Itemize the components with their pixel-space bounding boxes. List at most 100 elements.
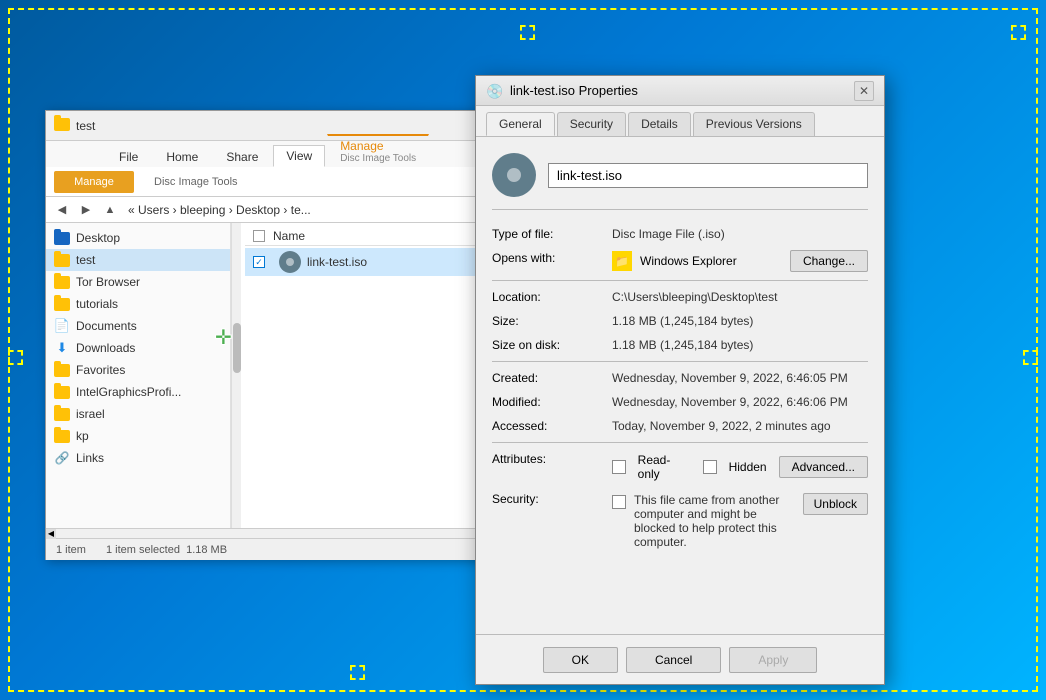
properties-grid: Type of file: Disc Image File (.iso) Ope… [492, 222, 868, 555]
sidebar-label: Links [76, 451, 104, 465]
sidebar-item-intel[interactable]: IntelGraphicsProfi... [46, 381, 230, 403]
tab-details[interactable]: Details [628, 112, 691, 136]
accessed-label: Accessed: [492, 414, 612, 438]
type-label: Type of file: [492, 222, 612, 246]
sidebar-label: tutorials [76, 297, 118, 311]
change-button[interactable]: Change... [790, 250, 868, 272]
attributes-row: Read-only Hidden Advanced... [612, 447, 868, 487]
unblock-button[interactable]: Unblock [803, 493, 868, 515]
explorer-window: test ─ □ ✕ File Home Share View Manage D… [45, 110, 545, 560]
size-value: 1.18 MB (1,245,184 bytes) [612, 309, 868, 333]
file-tree-sidebar: Desktop test Tor Browser [46, 223, 231, 528]
dialog-tabs: General Security Details Previous Versio… [476, 106, 884, 136]
folder-icon [54, 384, 70, 400]
modified-value: Wednesday, November 9, 2022, 6:46:06 PM [612, 390, 868, 414]
sidebar-label: israel [76, 407, 105, 421]
apply-button[interactable]: Apply [729, 647, 817, 673]
divider-3 [492, 442, 868, 443]
unblock-checkbox[interactable] [612, 495, 626, 509]
file-name-input[interactable] [548, 163, 868, 188]
sidebar-item-documents[interactable]: 📄 Documents [46, 315, 230, 337]
ok-button[interactable]: OK [543, 647, 618, 673]
download-icon: ⬇ [54, 340, 70, 356]
header-checkbox[interactable] [253, 230, 265, 242]
tab-general[interactable]: General [486, 112, 555, 136]
address-bar: ◀ ▶ ▲ « Users › bleeping › Desktop › te.… [46, 197, 544, 223]
opens-with-value: Windows Explorer [640, 254, 782, 268]
sidebar-scrollbar-thumb [233, 323, 241, 373]
type-value: Disc Image File (.iso) [612, 222, 868, 246]
hidden-label: Hidden [729, 460, 767, 474]
attributes-label: Attributes: [492, 447, 612, 487]
links-icon: 🔗 [54, 450, 70, 466]
horizontal-scrollbar[interactable]: ◀ ▶ [46, 528, 544, 538]
dialog-title: link-test.iso Properties [510, 83, 846, 98]
file-name-label: link-test.iso [307, 255, 367, 269]
tab-view[interactable]: View [273, 145, 325, 167]
sidebar-label: Tor Browser [76, 275, 140, 289]
dialog-footer: OK Cancel Apply [476, 634, 884, 684]
folder-icon [54, 296, 70, 312]
forward-btn[interactable]: ▶ [76, 200, 96, 220]
size-label: Size: [492, 309, 612, 333]
explorer-title-icon [54, 118, 70, 134]
sidebar-item-tor-browser[interactable]: Tor Browser [46, 271, 230, 293]
row-checkbox-wrapper: ✓ [253, 256, 273, 268]
readonly-checkbox[interactable] [612, 460, 626, 474]
windows-explorer-icon: 📁 [612, 251, 632, 271]
up-btn[interactable]: ▲ [100, 200, 120, 220]
cancel-button[interactable]: Cancel [626, 647, 721, 673]
tab-manage[interactable]: Manage Disc Image Tools [327, 134, 429, 167]
sidebar-item-links[interactable]: 🔗 Links [46, 447, 230, 469]
sidebar-label: test [76, 253, 95, 267]
dialog-content: Type of file: Disc Image File (.iso) Ope… [476, 136, 884, 579]
sidebar-item-israel[interactable]: israel [46, 403, 230, 425]
disc-image-tools-label: Disc Image Tools [154, 176, 238, 188]
security-row: This file came from another computer and… [612, 487, 868, 555]
address-path[interactable]: « Users › bleeping › Desktop › te... [124, 203, 514, 217]
status-bar: 1 item 1 item selected 1.18 MB ▦ ≡ [46, 538, 544, 560]
file-info-section [492, 153, 868, 210]
divider-2 [492, 361, 868, 362]
selected-info: 1 item selected 1.18 MB [106, 544, 227, 556]
ribbon-content: Manage Disc Image Tools [46, 167, 544, 197]
sidebar-label: Documents [76, 319, 137, 333]
sidebar-label: Downloads [76, 341, 135, 355]
back-btn[interactable]: ◀ [52, 200, 72, 220]
tab-previous-versions[interactable]: Previous Versions [693, 112, 815, 136]
tab-share[interactable]: Share [213, 146, 271, 167]
dialog-title-icon: 💿 [486, 83, 502, 99]
tab-home[interactable]: Home [153, 146, 211, 167]
advanced-button[interactable]: Advanced... [779, 456, 868, 478]
item-count: 1 item [56, 544, 86, 556]
folder-icon [54, 428, 70, 444]
dialog-close-btn[interactable]: ✕ [854, 81, 874, 101]
check-header [253, 230, 273, 242]
folder-icon [54, 406, 70, 422]
sidebar-item-downloads[interactable]: ⬇ Downloads [46, 337, 230, 359]
dialog-titlebar: 💿 link-test.iso Properties ✕ [476, 76, 884, 106]
ribbon: File Home Share View Manage Disc Image T… [46, 141, 544, 197]
opens-label: Opens with: [492, 246, 612, 276]
sidebar-scrollbar[interactable] [231, 223, 241, 528]
name-column-header: Name [273, 229, 305, 243]
modified-label: Modified: [492, 390, 612, 414]
sidebar-item-favorites[interactable]: Favorites [46, 359, 230, 381]
sidebar-item-tutorials[interactable]: tutorials [46, 293, 230, 315]
sidebar-item-kp[interactable]: kp [46, 425, 230, 447]
row-checkbox[interactable]: ✓ [253, 256, 265, 268]
sidebar-item-test[interactable]: test [46, 249, 230, 271]
created-value: Wednesday, November 9, 2022, 6:46:05 PM [612, 366, 868, 390]
tab-file[interactable]: File [106, 146, 151, 167]
manage-button[interactable]: Manage [54, 171, 134, 193]
sidebar-label: Desktop [76, 231, 120, 245]
divider-1 [492, 280, 868, 281]
scroll-left-btn[interactable]: ◀ [46, 529, 56, 539]
hidden-checkbox[interactable] [703, 460, 717, 474]
sidebar-item-desktop[interactable]: Desktop [46, 227, 230, 249]
created-label: Created: [492, 366, 612, 390]
folder-icon [54, 230, 70, 246]
tab-security[interactable]: Security [557, 112, 626, 136]
sidebar-label: Favorites [76, 363, 125, 377]
explorer-titlebar: test ─ □ ✕ [46, 111, 544, 141]
